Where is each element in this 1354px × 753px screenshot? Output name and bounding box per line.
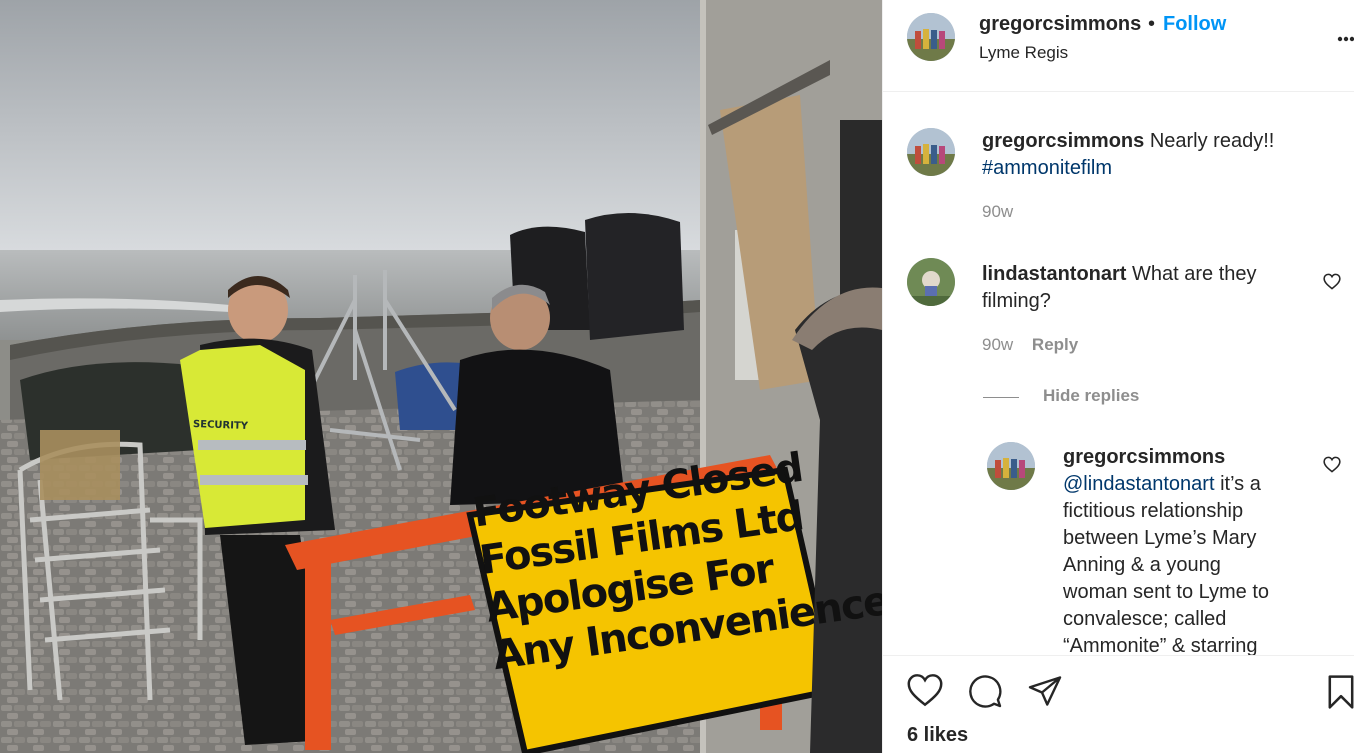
author-username[interactable]: gregorcsimmons — [979, 13, 1141, 36]
avatar-image — [907, 258, 955, 306]
comment-time[interactable]: 90w — [982, 202, 1013, 221]
comment-avatar[interactable] — [907, 258, 955, 306]
comment-username[interactable]: lindastantonart — [982, 263, 1126, 285]
hide-replies-button[interactable]: Hide replies — [1043, 386, 1139, 406]
post-photo: SECURITY Footway Closed Fossil Films Ltd… — [0, 0, 882, 753]
comment: lindastantonart What are they filming? — [982, 261, 1302, 315]
author-avatar[interactable] — [907, 13, 955, 61]
avatar-image — [907, 128, 955, 176]
comment-like-heart-icon[interactable] — [1323, 273, 1341, 290]
header-separator: • — [1148, 13, 1156, 35]
post-side-panel: gregorcsimmons • Follow Lyme Regis grego… — [882, 0, 1354, 753]
reply-text-line: fictitious relationship — [1063, 500, 1244, 522]
comment-time[interactable]: 90w — [982, 335, 1013, 354]
send-icon[interactable] — [1026, 673, 1064, 709]
likes-count[interactable]: 6 likes — [907, 724, 968, 747]
comment-like-heart-icon[interactable] — [1323, 456, 1341, 473]
more-horizontal-icon[interactable] — [1337, 36, 1354, 42]
avatar-image — [987, 442, 1035, 490]
reply-avatar[interactable] — [987, 442, 1035, 490]
reply-text-line: convalesce; called — [1063, 608, 1227, 630]
vest-label: SECURITY — [192, 419, 249, 432]
follow-button[interactable]: Follow — [1163, 13, 1226, 36]
comment-username[interactable]: gregorcsimmons — [1063, 444, 1313, 471]
comment-icon[interactable] — [966, 673, 1004, 709]
comment-meta: 90w — [982, 202, 1013, 222]
comment-meta: 90w Reply — [982, 335, 1078, 355]
hashtag-link[interactable]: #ammonitefilm — [982, 157, 1112, 179]
reply-button[interactable]: Reply — [1032, 335, 1078, 354]
mention-link[interactable]: @lindastantonart — [1063, 473, 1215, 495]
comment-avatar[interactable] — [907, 128, 955, 176]
reply-text-line: woman sent to Lyme to — [1063, 581, 1270, 603]
reply-text-line: between Lyme’s Mary — [1063, 527, 1257, 549]
comment-username[interactable]: gregorcsimmons — [982, 130, 1144, 152]
post-location[interactable]: Lyme Regis — [979, 43, 1068, 63]
avatar-image — [907, 13, 955, 61]
reply-comment: gregorcsimmons @lindastantonart it’s a f… — [1063, 444, 1313, 655]
reply-text-line: Anning & a young — [1063, 554, 1221, 576]
actions-divider — [883, 655, 1354, 656]
heart-icon[interactable] — [906, 673, 944, 707]
reply-text-line: it’s a — [1220, 473, 1261, 495]
comments-list[interactable]: gregorcsimmons Nearly ready!! #ammonitef… — [883, 92, 1354, 655]
reply-text-line: “Ammonite” & starring — [1063, 635, 1258, 655]
replies-divider — [983, 397, 1019, 398]
caption-comment: gregorcsimmons Nearly ready!! #ammonitef… — [982, 128, 1322, 182]
comment-text: Nearly ready!! — [1149, 130, 1275, 152]
bookmark-icon[interactable] — [1327, 673, 1354, 711]
